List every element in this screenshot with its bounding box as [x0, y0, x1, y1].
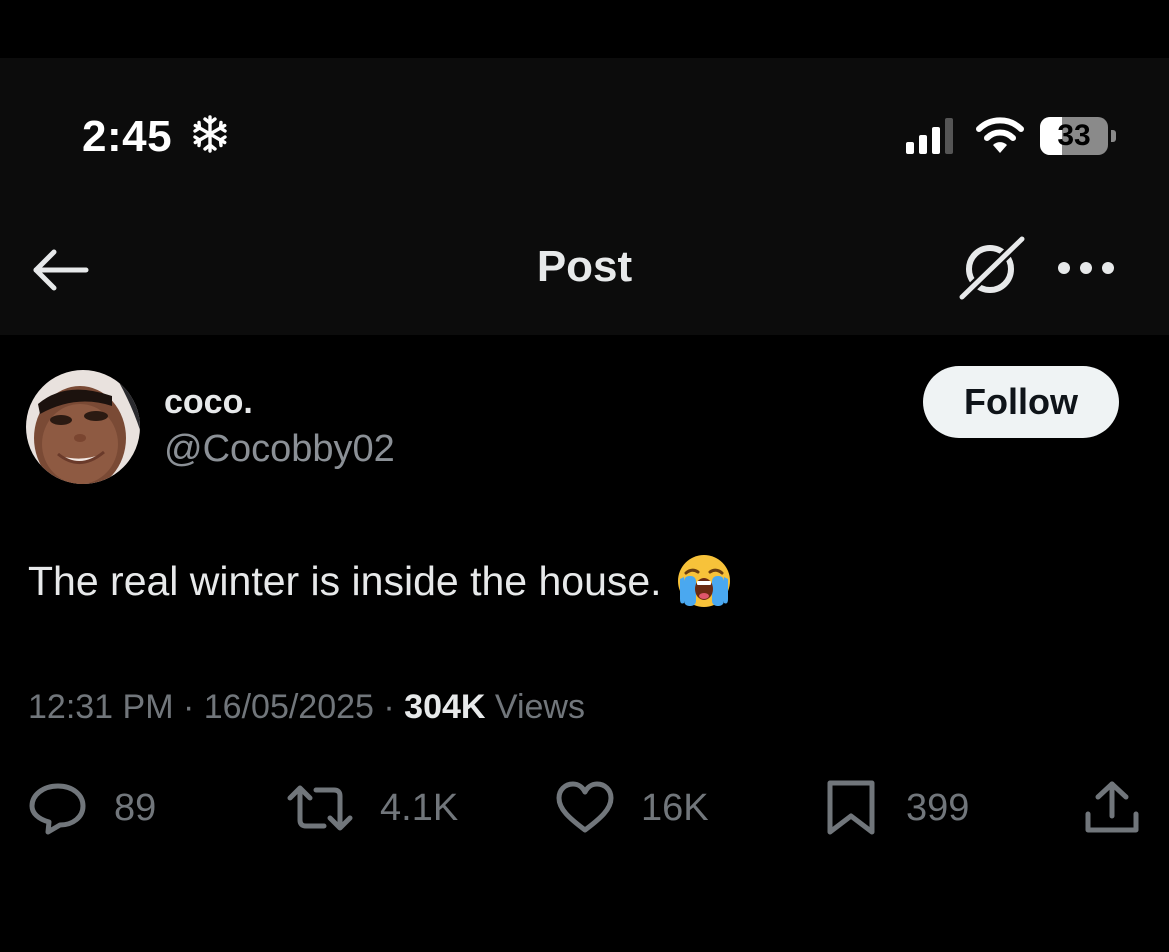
user-handle[interactable]: @Cocobby02: [164, 428, 395, 471]
like-button[interactable]: 16K: [555, 780, 709, 836]
repost-icon: [287, 785, 353, 831]
share-icon[interactable]: [1082, 780, 1142, 836]
bookmark-icon: [827, 780, 875, 835]
bookmark-count: 399: [906, 786, 970, 829]
views-count[interactable]: 304K: [404, 688, 485, 726]
meta-separator: ·: [182, 688, 195, 726]
loudly-crying-face-icon: [677, 555, 730, 607]
repost-count: 4.1K: [380, 786, 459, 829]
avatar[interactable]: [26, 370, 140, 484]
post-text-content: The real winter is inside the house.: [28, 557, 662, 604]
battery-body: 33: [1040, 117, 1108, 155]
post-date: 16/05/2025: [203, 688, 374, 726]
status-time: 2:45: [82, 112, 173, 161]
snowflake-icon: [193, 115, 227, 153]
like-count: 16K: [641, 786, 709, 829]
post-time: 12:31 PM: [28, 688, 174, 726]
more-options-icon[interactable]: [1055, 252, 1117, 284]
follow-button[interactable]: Follow: [923, 366, 1119, 438]
battery-level: 33: [1057, 119, 1091, 152]
meta-separator: ·: [383, 688, 395, 726]
repost-button[interactable]: 4.1K: [286, 780, 458, 836]
top-strip: [0, 0, 1169, 58]
reply-button[interactable]: 89: [28, 780, 156, 836]
cellular-signal-icon: [906, 118, 953, 154]
bookmark-button[interactable]: 399: [824, 780, 969, 836]
reply-count: 89: [114, 786, 157, 829]
wifi-icon: [976, 117, 1024, 153]
heart-icon: [556, 781, 614, 833]
battery-indicator: 33: [1040, 117, 1118, 155]
battery-nub: [1111, 130, 1116, 142]
views-label: Views: [494, 688, 585, 726]
reply-icon: [29, 783, 86, 835]
post-text: The real winter is inside the house.: [28, 555, 732, 612]
display-name[interactable]: coco.: [164, 383, 253, 422]
grok-icon[interactable]: [954, 236, 1026, 302]
post-metadata: 12:31 PM · 16/05/2025 · 304K Views: [28, 688, 585, 727]
